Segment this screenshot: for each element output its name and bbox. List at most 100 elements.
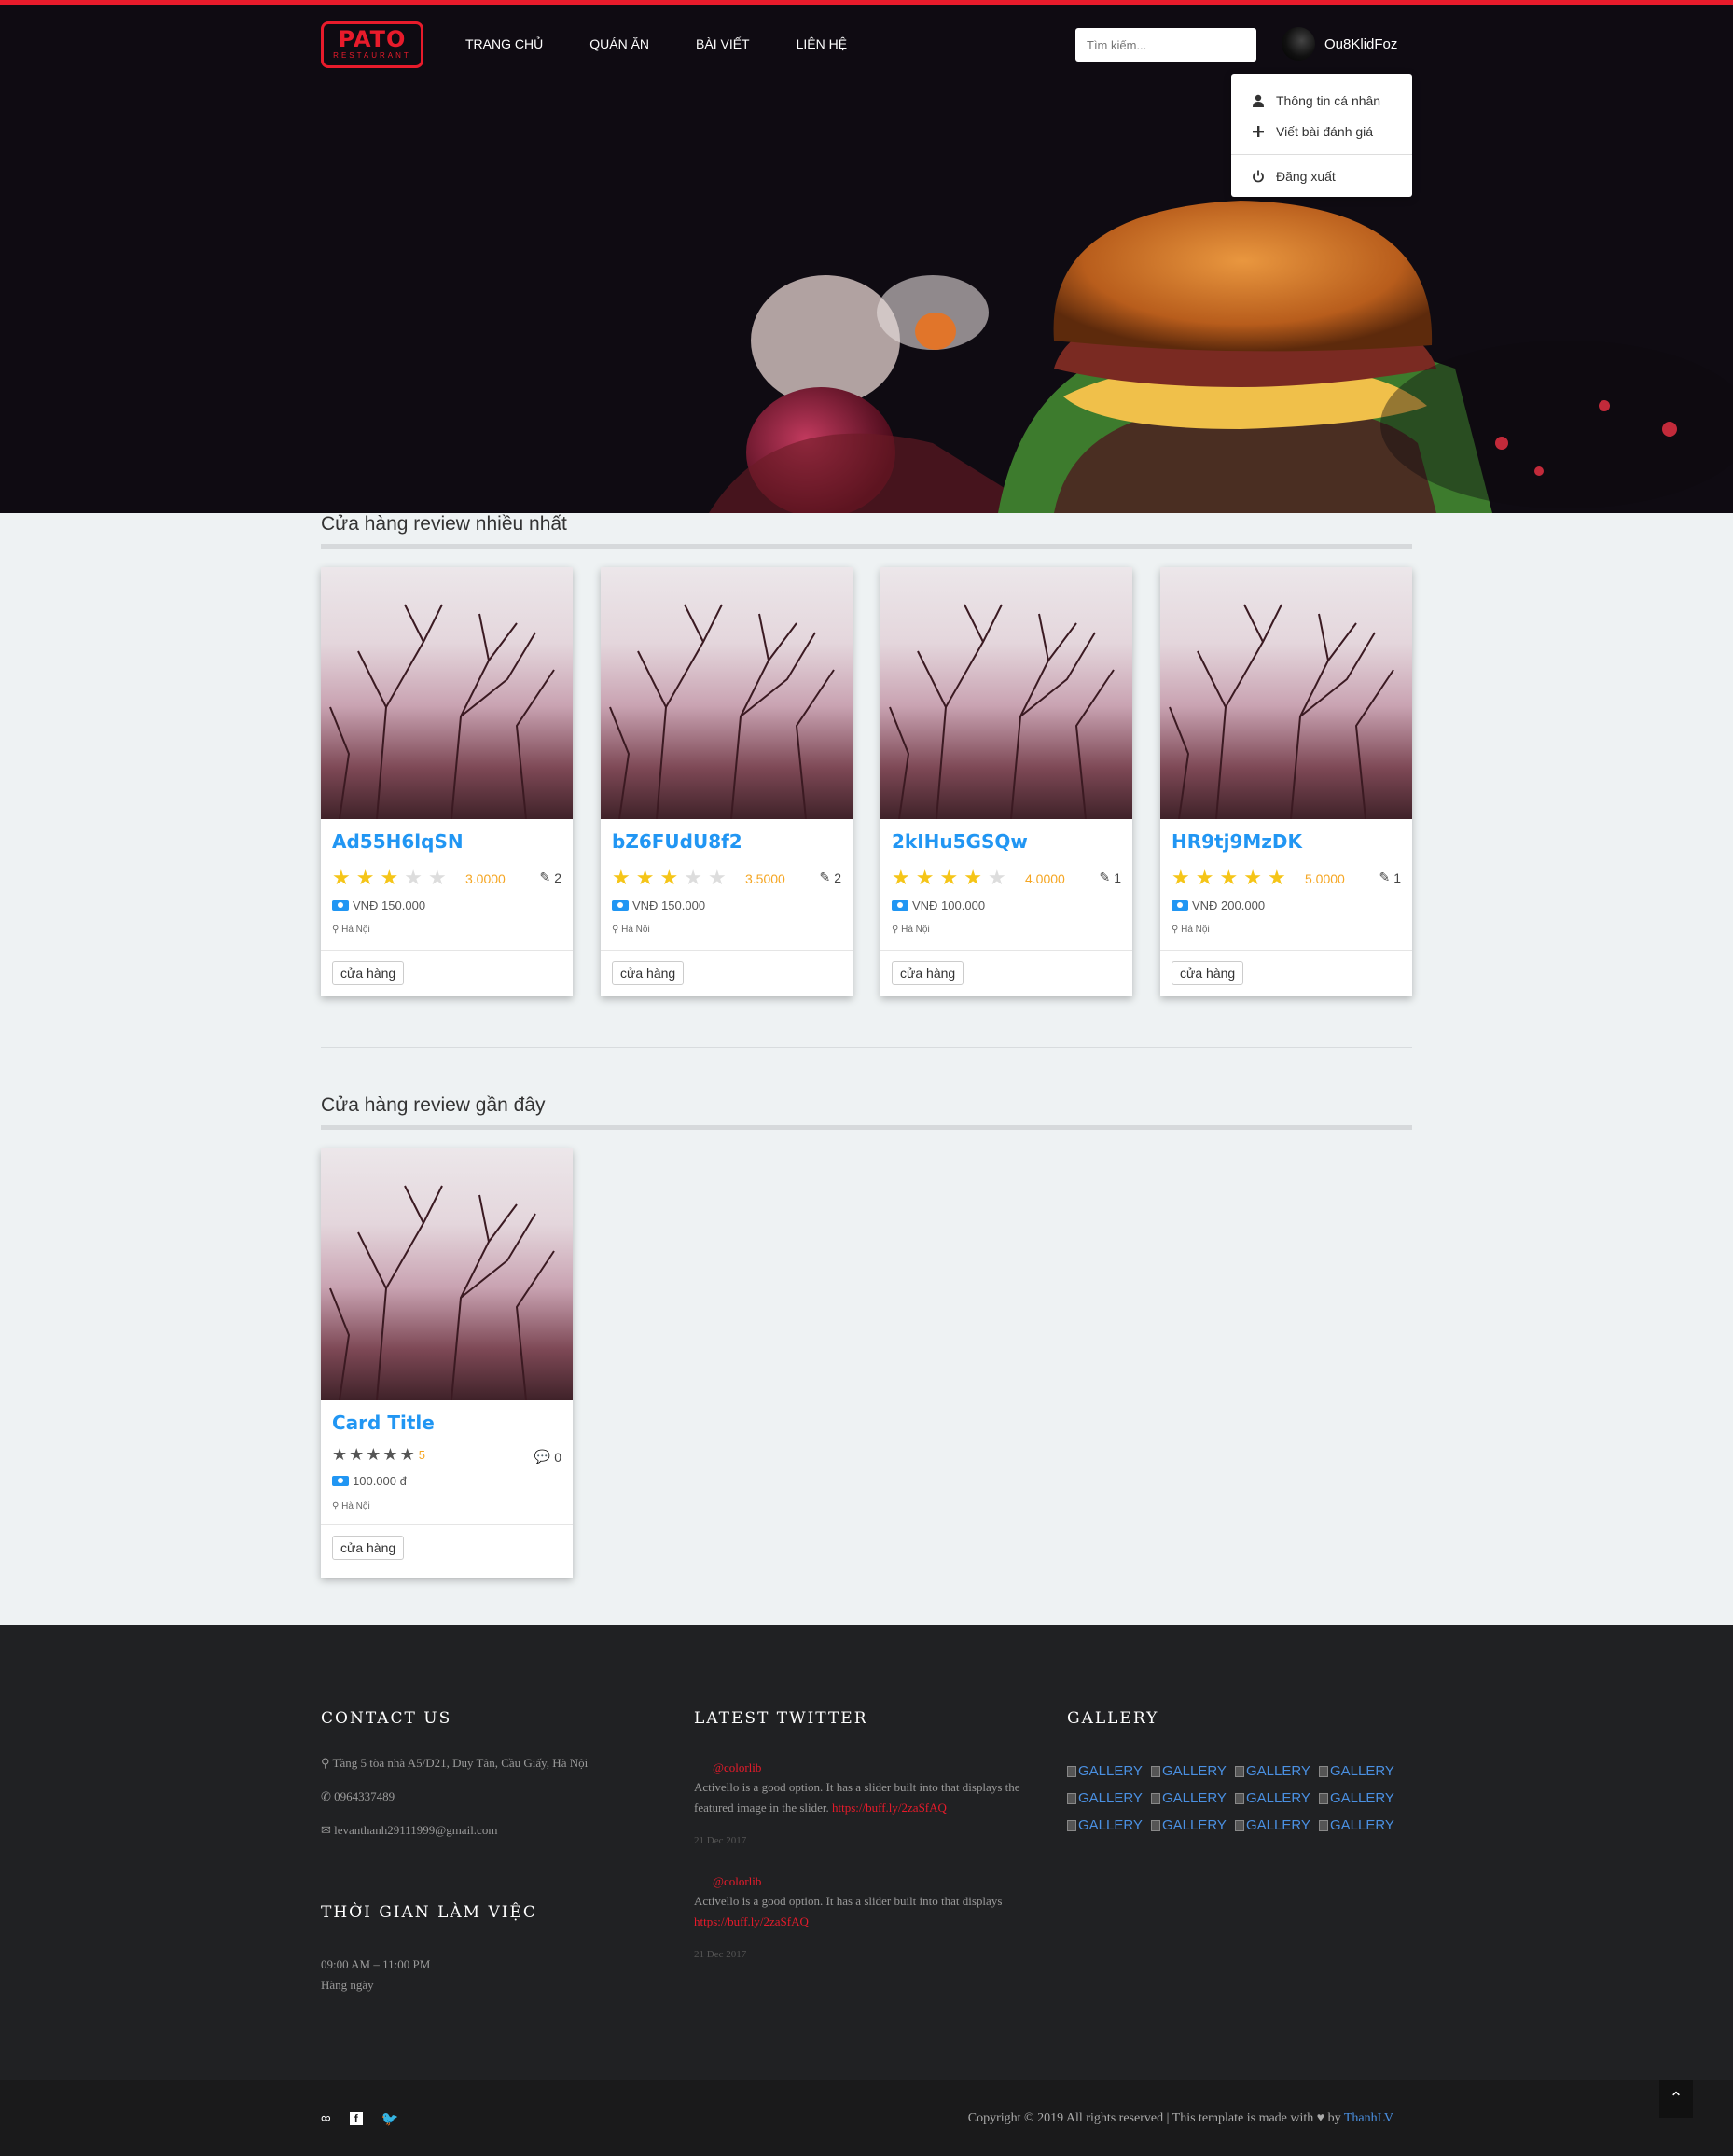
location: ⚲ Hà Nội (332, 925, 370, 935)
broken-image-icon (1151, 1765, 1160, 1777)
price-value: VNĐ 100.000 (912, 898, 986, 912)
gallery-item[interactable]: GALLERY (1151, 1817, 1235, 1833)
burger-image (709, 201, 1733, 513)
dropdown-logout[interactable]: Đăng xuất (1231, 160, 1412, 191)
tweet-link[interactable]: https://buff.ly/2zaSfAQ (694, 1914, 809, 1928)
star-icon: ★ (1172, 866, 1190, 889)
star-rating: ★ ★ ★ ★ ★ (1172, 866, 1286, 890)
branches-image (329, 604, 555, 819)
store-tag[interactable]: cửa hàng (892, 961, 964, 985)
tweet-link[interactable]: https://buff.ly/2zaSfAQ (832, 1801, 947, 1815)
tweet-handle[interactable]: @colorlib (694, 1874, 1030, 1889)
avatar (1282, 27, 1315, 61)
tweet-text: Activello is a good option. It has a sli… (694, 1777, 1030, 1818)
store-tag[interactable]: cửa hàng (332, 961, 405, 985)
social-links: ∞ f 🐦 (321, 2110, 398, 2127)
heart-icon: ♥ (1316, 2111, 1325, 2125)
gallery-item[interactable]: GALLERY (1067, 1763, 1151, 1779)
gallery-item[interactable]: GALLERY (1151, 1763, 1235, 1779)
pato-logo[interactable]: PATO RESTAURANT (321, 21, 423, 68)
dropdown-write-review-label: Viết bài đánh giá (1276, 123, 1374, 139)
star-icon: ★ (612, 866, 631, 889)
store-card[interactable]: bZ6FUdU8f2 ★ ★ ★ ★ ★ 3.5000 ✎ 2 VNĐ 150.000 ⚲ Hà N… (601, 567, 853, 996)
hours-value: 09:00 AM – 11:00 PM (321, 1957, 431, 1971)
dropdown-write-review[interactable]: Viết bài đánh giá (1231, 116, 1412, 146)
user-menu-toggle[interactable]: Ou8KlidFoz (1282, 27, 1397, 61)
edit-icon: ✎ (539, 869, 551, 884)
section-recent-title: Cửa hàng review gần đây (321, 1094, 546, 1116)
nav-contact[interactable]: LIÊN HỆ (797, 36, 847, 51)
recent-store-card[interactable]: Card Title ★ ★ ★ ★ ★ 5 💬 0 100.000 đ ⚲ Hà Nộ… (321, 1148, 573, 1578)
location-value: Hà Nội (341, 1501, 370, 1511)
dropdown-profile[interactable]: Thông tin cá nhân (1231, 85, 1412, 116)
star-icon: ★ (1267, 866, 1286, 889)
card-title[interactable]: Card Title (332, 1412, 435, 1434)
gallery-item[interactable]: GALLERY (1067, 1817, 1151, 1833)
edit-icon: ✎ (819, 869, 831, 884)
footer-gallery: GALLERY GALLERY GALLERY GALLERY GALLERY GALL… (1067, 1709, 1403, 1833)
card-title[interactable]: bZ6FUdU8f2 (612, 830, 742, 853)
star-rating: ★ ★ ★ ★ ★ (612, 866, 727, 890)
star-icon: ★ (1219, 866, 1239, 889)
gallery-item[interactable]: GALLERY (1235, 1817, 1319, 1833)
tweet-handle[interactable]: @colorlib (694, 1760, 1030, 1775)
hours-days: Hàng ngày (321, 1978, 374, 1992)
tripadvisor-icon[interactable]: ∞ (321, 2110, 331, 2127)
store-card[interactable]: Ad55H6lqSN ★ ★ ★ ★ ★ 3.0000 ✎ 2 VNĐ 150.000 ⚲ Hà N… (321, 567, 573, 996)
dropdown-logout-label: Đăng xuất (1276, 168, 1336, 184)
search-input[interactable] (1075, 28, 1256, 62)
star-icon: ★ (404, 866, 423, 889)
scroll-to-top-button[interactable]: ⌃ (1659, 2080, 1693, 2118)
star-rating: ★ ★ ★ ★ ★ (332, 866, 447, 890)
store-tag[interactable]: cửa hàng (332, 1536, 405, 1560)
gallery-title: GALLERY (1067, 1709, 1159, 1728)
star-icon: ★ (380, 866, 399, 889)
branches-image (329, 1185, 555, 1400)
store-tag[interactable]: cửa hàng (612, 961, 685, 985)
gallery-alt-text: GALLERY (1246, 1763, 1310, 1779)
dropdown-profile-label: Thông tin cá nhân (1276, 92, 1381, 108)
broken-image-icon (1151, 1792, 1160, 1804)
author-link[interactable]: ThanhLV (1344, 2111, 1393, 2125)
star-icon: ★ (635, 866, 655, 889)
gallery-item[interactable]: GALLERY (1235, 1790, 1319, 1806)
price: VNĐ 150.000 (332, 898, 425, 912)
price-value: VNĐ 150.000 (632, 898, 706, 912)
map-marker-icon: ⚲ (321, 1756, 330, 1770)
user-icon (1253, 94, 1264, 107)
email-text[interactable]: levanthanh29111999@gmail.com (334, 1823, 497, 1837)
contact-title: CONTACT US (321, 1709, 452, 1728)
broken-image-icon (1319, 1792, 1328, 1804)
twitter-icon[interactable]: 🐦 (381, 2110, 399, 2127)
price-value: VNĐ 200.000 (1192, 898, 1266, 912)
card-image (601, 567, 853, 819)
gallery-item[interactable]: GALLERY (1319, 1790, 1403, 1806)
store-card[interactable]: HR9tj9MzDK ★ ★ ★ ★ ★ 5.0000 ✎ 1 VNĐ 200.000 ⚲ Hà N… (1160, 567, 1412, 996)
facebook-icon[interactable]: f (349, 2112, 363, 2125)
rating-value: 4.0000 (1025, 871, 1065, 886)
gallery-item[interactable]: GALLERY (1235, 1763, 1319, 1779)
nav-posts[interactable]: BÀI VIẾT (696, 36, 750, 51)
broken-image-icon (1235, 1819, 1244, 1831)
gallery-item[interactable]: GALLERY (1319, 1763, 1403, 1779)
card-title[interactable]: 2kIHu5GSQw (892, 830, 1028, 853)
store-tag[interactable]: cửa hàng (1172, 961, 1244, 985)
card-title[interactable]: Ad55H6lqSN (332, 830, 464, 853)
navbar: PATO RESTAURANT TRANG CHỦ QUÁN ĂN BÀI VI… (321, 21, 1412, 68)
card-title[interactable]: HR9tj9MzDK (1172, 830, 1302, 853)
comment-count-value: 0 (554, 1449, 561, 1465)
gallery-item[interactable]: GALLERY (1151, 1790, 1235, 1806)
location-value: Hà Nội (1181, 925, 1210, 935)
star-icon: ★ (349, 1445, 365, 1464)
store-card[interactable]: 2kIHu5GSQw ★ ★ ★ ★ ★ 4.0000 ✎ 1 VNĐ 100.000 ⚲ Hà N… (880, 567, 1132, 996)
gallery-item[interactable]: GALLERY (1319, 1817, 1403, 1833)
gallery-item[interactable]: GALLERY (1067, 1790, 1151, 1806)
review-count-value: 2 (834, 869, 841, 885)
nav-home[interactable]: TRANG CHỦ (465, 36, 543, 51)
location: ⚲ Hà Nội (892, 925, 930, 935)
nav-restaurants[interactable]: QUÁN ĂN (589, 36, 649, 51)
star-icon: ★ (366, 1445, 381, 1464)
star-icon: ★ (964, 866, 982, 889)
gallery-alt-text: GALLERY (1330, 1763, 1394, 1779)
map-marker-icon: ⚲ (1172, 925, 1179, 935)
